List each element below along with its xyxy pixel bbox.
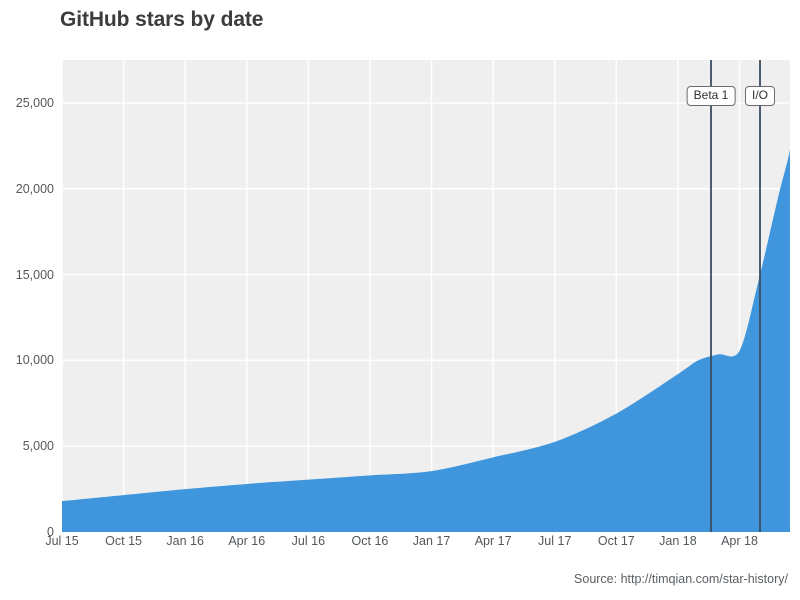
chart-container: GitHub stars by date 0 5,000 10,000 15,000 2… (0, 0, 800, 600)
x-tick-label: Jul 17 (538, 534, 572, 548)
y-tick-label: 20,000 (15, 181, 54, 196)
y-tick-label: 10,000 (15, 353, 54, 368)
x-tick-label: Jan 16 (166, 534, 204, 548)
x-tick-label: Jul 15 (45, 534, 79, 548)
x-tick-label: Oct 17 (597, 534, 635, 548)
x-tick-label: Jul 16 (291, 534, 326, 548)
page-title: GitHub stars by date (60, 8, 264, 31)
y-tick-label: 15,000 (15, 267, 54, 282)
x-tick-label: Apr 16 (228, 534, 266, 548)
source-caption: Source: http://timqian.com/star-history/ (574, 572, 788, 586)
x-tick-label: Oct 15 (105, 534, 142, 548)
annotation-label[interactable]: I/O (744, 86, 776, 106)
annotation-label[interactable]: Beta 1 (686, 86, 736, 106)
y-axis: 0 5,000 10,000 15,000 20,000 25,000 (0, 0, 54, 600)
plot-area (62, 60, 790, 532)
x-tick-label: Oct 16 (351, 534, 389, 548)
x-axis: Jul 15 Oct 15 Jan 16 Apr 16 Jul 16 Oct 16 Jan … (0, 534, 800, 558)
annotation-lines (710, 60, 761, 532)
y-tick-label: 25,000 (15, 95, 54, 110)
x-tick-label: Jan 18 (659, 534, 697, 548)
y-tick-label: 5,000 (22, 439, 54, 454)
x-tick-label: Apr 18 (721, 534, 758, 548)
x-tick-label: Jan 17 (412, 534, 451, 548)
x-tick-label: Apr 17 (474, 534, 512, 548)
